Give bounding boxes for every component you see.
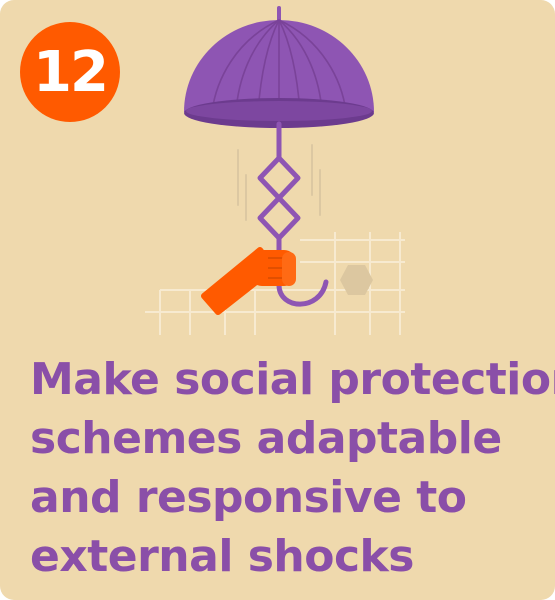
headline-line: external shocks: [30, 531, 415, 582]
card: 12 Make social protection schemes adapta…: [0, 0, 555, 600]
headline: Make social protection schemes adaptable…: [30, 350, 555, 586]
step-number-badge: 12: [20, 22, 120, 122]
headline-line: schemes adaptable: [30, 413, 502, 464]
step-number: 12: [33, 39, 109, 105]
headline-line: and responsive to: [30, 472, 467, 523]
headline-line: Make social protection: [30, 354, 555, 405]
umbrella-canopy: [184, 6, 374, 128]
hand-icon: [201, 247, 296, 315]
